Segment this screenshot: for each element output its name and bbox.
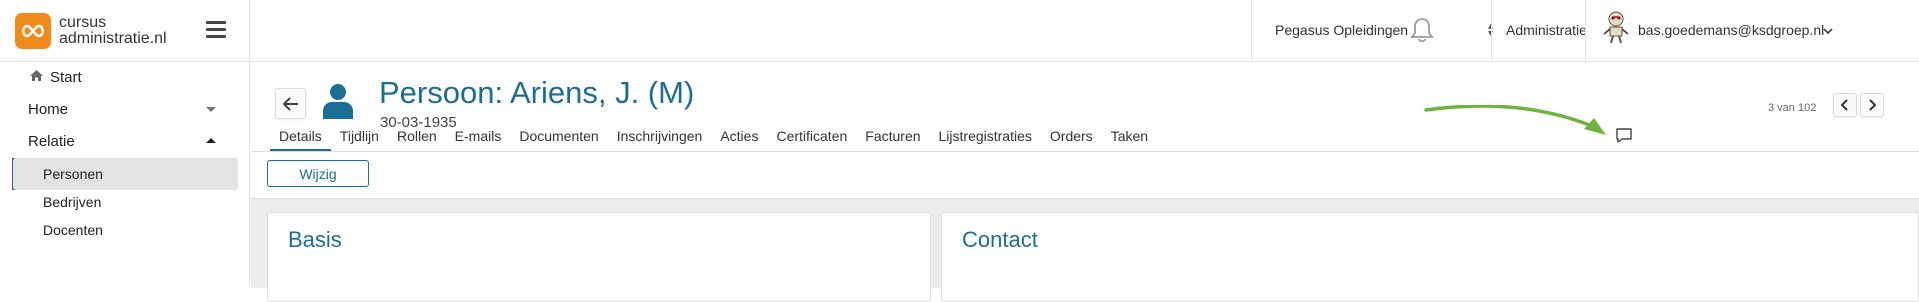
divider	[1491, 0, 1492, 62]
home-icon	[30, 70, 43, 81]
logo-text-line2: administratie.nl	[59, 29, 167, 47]
tab-lijstregistraties[interactable]: Lijstregistraties	[930, 118, 1041, 151]
avatar[interactable]	[1601, 10, 1631, 49]
card-title: Contact	[962, 227, 1038, 252]
tab-taken[interactable]: Taken	[1102, 118, 1157, 151]
annotation-arrow-icon	[1424, 105, 1606, 135]
chevron-left-icon	[1841, 99, 1848, 111]
sidebar-item-docenten[interactable]: Docenten	[13, 214, 238, 246]
divider	[1251, 0, 1252, 62]
back-button[interactable]	[275, 88, 306, 119]
pager-count: 3 van 102	[1768, 102, 1817, 114]
record-tabs: Details Tijdlijn Rollen E-mails Document…	[270, 118, 1157, 151]
bell-icon[interactable]	[1409, 16, 1435, 49]
sidebar-item-label: Docenten	[43, 222, 103, 238]
next-record-button[interactable]	[1860, 93, 1884, 117]
user-menu[interactable]: bas.goedemans@ksdgroep.nl	[1638, 22, 1824, 38]
content-area: Basis Contact	[251, 198, 1919, 302]
sidebar-item-start[interactable]: Start	[0, 64, 250, 90]
tab-orders[interactable]: Orders	[1041, 118, 1102, 151]
tab-acties[interactable]: Acties	[711, 118, 767, 151]
previous-record-button[interactable]	[1833, 93, 1857, 117]
page-title: Persoon: Ariens, J. (M)	[379, 75, 695, 110]
sidebar-item-label: Bedrijven	[43, 194, 102, 210]
sidebar: cursus administratie.nl Start Home Relat…	[0, 0, 250, 284]
tab-details[interactable]: Details	[270, 118, 331, 151]
tab-rollen[interactable]: Rollen	[388, 118, 446, 151]
arrow-left-icon	[282, 96, 298, 111]
chevron-up-icon	[206, 138, 216, 143]
divider	[1585, 0, 1586, 62]
sidebar-item-label: Relatie	[28, 132, 75, 150]
tab-inschrijvingen[interactable]: Inschrijvingen	[608, 118, 712, 151]
action-toolbar: Wijzig	[251, 152, 1919, 198]
sidebar-item-label: Personen	[43, 166, 103, 182]
chevron-down-icon	[206, 107, 216, 112]
section-link[interactable]: Administratie	[1506, 22, 1587, 38]
card-title: Basis	[288, 227, 342, 252]
comment-icon[interactable]	[1615, 127, 1633, 149]
chevron-right-icon	[1869, 99, 1876, 111]
tab-e-mails[interactable]: E-mails	[446, 118, 511, 151]
hamburger-menu-icon[interactable]	[206, 21, 226, 39]
tab-tijdlijn[interactable]: Tijdlijn	[331, 118, 388, 151]
organisation-select[interactable]: Pegasus Opleidingen	[1275, 22, 1408, 38]
tab-certificaten[interactable]: Certificaten	[767, 118, 856, 151]
chevron-down-icon[interactable]	[1823, 22, 1833, 40]
card-basis: Basis	[267, 212, 931, 302]
sidebar-item-label: Start	[50, 68, 82, 86]
edit-button[interactable]: Wijzig	[267, 160, 369, 187]
sidebar-item-home[interactable]: Home	[0, 96, 250, 122]
card-contact: Contact	[941, 212, 1919, 302]
logo-text-line1: cursus	[59, 13, 107, 31]
topbar: Pegasus Opleidingen ▴▾ Administratie bas…	[251, 0, 1919, 62]
infinity-logo-icon	[15, 12, 51, 49]
tab-facturen[interactable]: Facturen	[856, 118, 929, 151]
sidebar-item-relatie[interactable]: Relatie	[0, 128, 250, 154]
sidebar-item-label: Home	[28, 100, 69, 118]
tab-documenten[interactable]: Documenten	[510, 118, 607, 151]
